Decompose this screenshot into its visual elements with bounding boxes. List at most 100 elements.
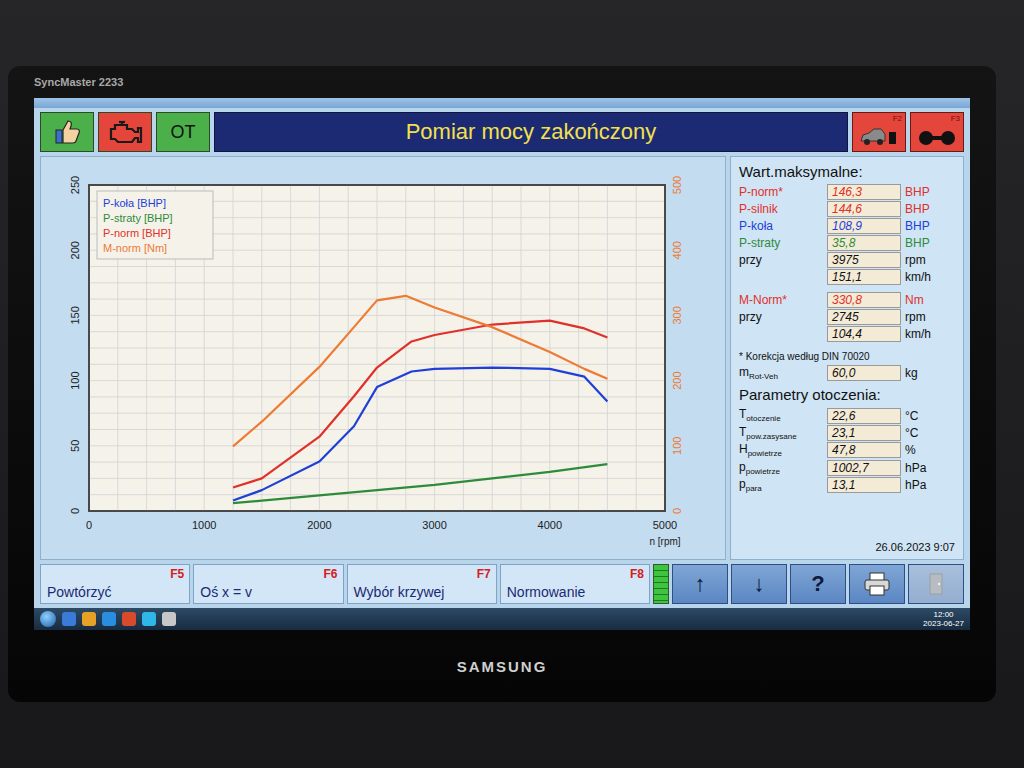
tool-button[interactable] (849, 564, 905, 604)
value-unit: °C (905, 426, 945, 440)
taskbar-app-icon[interactable] (82, 612, 96, 626)
nav-glyph: ↓ (754, 571, 765, 597)
x-tick: 2000 (307, 519, 331, 531)
y-right-tick: 0 (671, 508, 683, 514)
value-label: mRot-Veh (739, 365, 823, 381)
legend-item: P-straty [BHP] (103, 212, 173, 224)
bezel-top: SyncMaster 2233 (34, 66, 970, 98)
ambient-row: ppowietrze 1002,7 hPa (739, 460, 955, 476)
nav-glyph: ↑ (695, 571, 706, 597)
value-label: Hpowietrze (739, 442, 823, 458)
grid-line (89, 266, 665, 267)
value-field: 22,6 (827, 408, 901, 424)
value-field: 35,8 (827, 235, 901, 251)
start-button[interactable] (40, 611, 56, 627)
exit-door-icon (921, 571, 951, 597)
plot-area (89, 185, 665, 511)
function-key[interactable]: F6 Oś x = v (193, 564, 343, 604)
value-field: 330,8 (827, 292, 901, 308)
value-field: 13,1 (827, 477, 901, 493)
nav-button[interactable]: ↑ (672, 564, 728, 604)
key-label: F6 (323, 567, 337, 581)
taskbar-app-icon[interactable] (122, 612, 136, 626)
status-title: Pomiar mocy zakończony (406, 119, 657, 145)
value-label: P-silnik (739, 202, 823, 216)
value-field: 151,1 (827, 269, 901, 285)
y-left-tick: 250 (69, 176, 81, 194)
monitor-chin: SAMSUNG (34, 630, 970, 702)
grid-line (89, 478, 665, 479)
taskbar-clock[interactable]: 12:00 2023-06-27 (923, 610, 964, 628)
taskbar-app-icon[interactable] (142, 612, 156, 626)
value-unit: rpm (905, 253, 945, 267)
monitor: SyncMaster 2233 OT Pomiar mocy zakończon… (8, 66, 996, 702)
grid-line (89, 331, 665, 332)
max-values-title: Wart.maksymalne: (739, 163, 955, 180)
y-right-tick: 500 (671, 176, 683, 194)
function-bar: F5 PowtórzyćF6 Oś x = vF7 Wybór krzywejF… (34, 560, 970, 608)
function-key[interactable]: F5 Powtórzyć (40, 564, 190, 604)
engine-icon (106, 118, 144, 146)
header-key-button[interactable]: F2 (852, 112, 906, 152)
nav-button[interactable]: ? (790, 564, 846, 604)
header-button[interactable] (98, 112, 152, 152)
value-label: Tpow.zasysane (739, 425, 823, 441)
value-unit: Nm (905, 293, 945, 307)
nav-button[interactable]: ↓ (731, 564, 787, 604)
x-tick: 3000 (422, 519, 446, 531)
value-group: P-norm* 146,3 BHPP-silnik 144,6 BHPP-koł… (739, 184, 955, 285)
value-field: 1002,7 (827, 460, 901, 476)
header-key-button[interactable]: F3 (910, 112, 964, 152)
function-key[interactable]: F8 Normowanie (500, 564, 650, 604)
y-left-tick: 0 (69, 508, 81, 514)
key-label: F2 (893, 114, 902, 123)
value-unit: kg (905, 366, 945, 380)
function-label: Powtórzyć (47, 585, 112, 600)
x-tick: 0 (86, 519, 92, 531)
grid-line (89, 315, 665, 316)
page: SyncMaster 2233 OT Pomiar mocy zakończon… (0, 0, 1024, 768)
ambient-row: ppara 13,1 hPa (739, 477, 955, 493)
grid-line (89, 396, 665, 397)
brand-logo: SAMSUNG (457, 658, 548, 675)
key-label: F5 (170, 567, 184, 581)
grid-line (89, 429, 665, 430)
header-button[interactable] (40, 112, 94, 152)
legend: P-koła [BHP]P-straty [BHP]P-norm [BHP]M-… (97, 191, 213, 259)
screen: OT Pomiar mocy zakończony F2 F3 05010015… (34, 98, 970, 630)
header-button[interactable]: OT (156, 112, 210, 152)
value-unit: % (905, 443, 945, 457)
value-label: ppowietrze (739, 460, 823, 476)
main-area: 0501001502002500100200300400500010002000… (34, 156, 970, 560)
function-label: Oś x = v (200, 585, 252, 600)
value-unit: BHP (905, 185, 945, 199)
results-panel: Wart.maksymalne: P-norm* 146,3 BHPP-siln… (730, 156, 964, 560)
taskbar-app-icon[interactable] (162, 612, 176, 626)
key-label: F8 (630, 567, 644, 581)
power-chart: 0501001502002500100200300400500010002000… (43, 159, 723, 557)
level-fill (654, 565, 668, 603)
function-label: Normowanie (507, 585, 586, 600)
chart-panel: 0501001502002500100200300400500010002000… (40, 156, 726, 560)
value-field: 23,1 (827, 425, 901, 441)
x-tick: 4000 (538, 519, 562, 531)
taskbar-app-icon[interactable] (102, 612, 116, 626)
y-left-tick: 150 (69, 306, 81, 324)
function-key[interactable]: F7 Wybór krzywej (347, 564, 497, 604)
grid-line (89, 364, 665, 365)
value-label: Totoczenie (739, 407, 823, 423)
window-titlebar (34, 98, 970, 108)
y-left-tick: 50 (69, 440, 81, 452)
key-label: F3 (951, 114, 960, 123)
ambient-title: Parametry otoczenia: (739, 386, 955, 403)
ambient-row: Totoczenie 22,6 °C (739, 407, 955, 423)
tool-button[interactable] (908, 564, 964, 604)
value-label: P-norm* (739, 185, 823, 199)
ot-label: OT (171, 122, 196, 143)
taskbar-app-icon[interactable] (62, 612, 76, 626)
value-unit: hPa (905, 461, 945, 475)
x-axis-label: n [rpm] (649, 536, 680, 547)
grid-line (89, 462, 665, 463)
value-label: ppara (739, 477, 823, 493)
value-unit: hPa (905, 478, 945, 492)
